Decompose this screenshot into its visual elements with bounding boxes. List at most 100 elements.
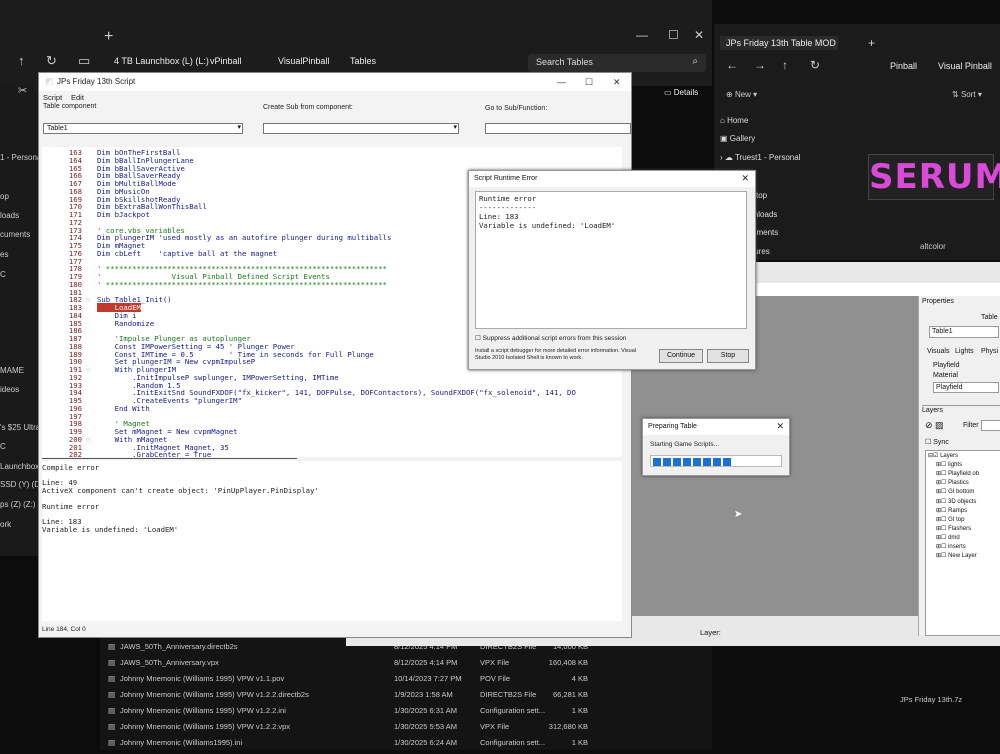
breadcrumb-0[interactable]: 4 TB Launchbox (L) (L:) bbox=[114, 56, 209, 66]
layer-checkbox-icon[interactable]: ⊞☐ bbox=[936, 471, 948, 477]
file-icon: ▤ bbox=[108, 706, 116, 715]
breadcrumb-pinball[interactable]: Pinball bbox=[890, 61, 917, 71]
sidebar-item[interactable]: ps (Z) (Z:) bbox=[0, 500, 36, 509]
create-sub-select[interactable]: ▾ bbox=[263, 123, 459, 134]
sidebar-item[interactable]: ideos bbox=[0, 385, 19, 394]
sidebar-item[interactable]: ork bbox=[0, 520, 11, 529]
layer-checkbox-icon[interactable]: ⊞☐ bbox=[936, 517, 948, 523]
serum-thumbnail[interactable]: SERUM bbox=[868, 154, 1000, 200]
breadcrumb-3[interactable]: Tables bbox=[350, 56, 376, 66]
layer-item[interactable]: ⊟☑ Layers bbox=[928, 452, 958, 459]
sort-button[interactable]: ⇅ Sort ▾ bbox=[952, 90, 982, 99]
layer-checkbox-icon[interactable]: ⊟☑ bbox=[928, 453, 940, 459]
goto-sub-select[interactable] bbox=[485, 123, 631, 134]
up-icon[interactable]: ↑ bbox=[782, 58, 788, 72]
forward-icon[interactable]: → bbox=[754, 58, 766, 72]
new-button[interactable]: ⊕ New ▾ bbox=[726, 90, 757, 99]
menu-script[interactable]: Script bbox=[43, 93, 62, 102]
back-icon[interactable]: ← bbox=[726, 58, 738, 72]
layer-item[interactable]: ⊞☐ Playfield ob bbox=[936, 470, 979, 477]
details-button[interactable]: ▭ Details bbox=[664, 88, 698, 97]
sidebar-item[interactable]: loads bbox=[0, 211, 19, 220]
minimize-icon[interactable]: — bbox=[636, 28, 648, 42]
cut-icon[interactable]: ✂ bbox=[18, 84, 27, 97]
progress-segment bbox=[723, 458, 731, 466]
sidebar-item[interactable]: MAME bbox=[0, 366, 24, 375]
properties-name-field[interactable]: Table1 bbox=[929, 326, 999, 338]
breadcrumb-visual-pinball[interactable]: Visual Pinball bbox=[938, 61, 992, 71]
layer-item[interactable]: ⊞☐ Ramps bbox=[936, 507, 967, 514]
search-input[interactable]: Search Tables ⌕ bbox=[528, 54, 706, 72]
file-row[interactable]: ▤ Johnny Mnemonic (Williams 1995) VPW v1.… bbox=[108, 722, 708, 738]
file-type: Configuration sett... bbox=[480, 706, 546, 715]
close-icon[interactable]: ✕ bbox=[776, 421, 784, 432]
table-component-select[interactable]: Table1 ▾ bbox=[43, 123, 243, 134]
file-row[interactable]: ▤ Johnny Mnemonic (Williams 1995) VPW v1.… bbox=[108, 674, 708, 690]
layer-checkbox-icon[interactable]: ⊞☐ bbox=[936, 499, 948, 505]
sidebar-item-home[interactable]: ⌂ Home bbox=[720, 116, 748, 125]
close-icon[interactable]: ✕ bbox=[613, 77, 621, 88]
sidebar-item[interactable]: op bbox=[0, 192, 9, 201]
layer-item[interactable]: ⊞☐ New Layer bbox=[936, 552, 977, 559]
file-row[interactable]: ▤ JAWS_50Th_Anniversary.vpx 8/12/2025 4:14… bbox=[108, 658, 708, 674]
layer-checkbox-icon[interactable]: ⊞☐ bbox=[936, 535, 948, 541]
file-name[interactable]: JPs Friday 13th.7z bbox=[900, 695, 962, 704]
layer-checkbox-icon[interactable]: ⊞☐ bbox=[936, 462, 948, 468]
layer-item[interactable]: ⊞☐ Plastics bbox=[936, 479, 969, 486]
tab-jps-friday[interactable]: JPs Friday 13th Table MOD and bbox=[720, 36, 838, 50]
sidebar-item[interactable]: 's $25 Ultra bbox=[0, 423, 40, 432]
breadcrumb-2[interactable]: VisualPinball bbox=[278, 56, 329, 66]
tab-physics[interactable]: Physi bbox=[981, 348, 998, 355]
close-icon[interactable]: ✕ bbox=[694, 28, 704, 42]
continue-button[interactable]: Continue bbox=[659, 349, 703, 363]
layer-item[interactable]: ⊞☐ 3D objects bbox=[936, 498, 976, 505]
menu-edit[interactable]: Edit bbox=[71, 93, 84, 102]
sidebar-item[interactable]: es bbox=[0, 250, 8, 259]
file-row[interactable]: ▤ Johnny Mnemonic (Williams1995).ini 1/30/… bbox=[108, 738, 708, 754]
progress-segment bbox=[713, 458, 721, 466]
sidebar-item[interactable]: C bbox=[0, 270, 6, 279]
layer-item[interactable]: ⊞☐ GI bottom bbox=[936, 488, 974, 495]
status-line: Line 184, Col 0 bbox=[42, 626, 86, 633]
layer-checkbox-icon[interactable]: ⊞☐ bbox=[936, 526, 948, 532]
tab-lights[interactable]: Lights bbox=[955, 348, 974, 355]
new-tab-button[interactable]: + bbox=[104, 28, 113, 46]
layer-checkbox-icon[interactable]: ⊞☐ bbox=[936, 553, 948, 559]
tab-visuals[interactable]: Visuals bbox=[927, 348, 949, 355]
layer-item[interactable]: ⊞☐ GI top bbox=[936, 516, 964, 523]
layer-checkbox-icon[interactable]: ⊞☐ bbox=[936, 544, 948, 550]
file-icon: ▤ bbox=[108, 642, 116, 651]
sidebar-item-gallery[interactable]: ▣ Gallery bbox=[720, 134, 755, 143]
file-row[interactable]: ▤ Johnny Mnemonic (Williams 1995) VPW v1.… bbox=[108, 690, 708, 706]
sidebar-item-onedrive[interactable]: › ☁ Truest1 - Personal bbox=[720, 153, 800, 162]
up-icon[interactable]: ↑ bbox=[18, 53, 25, 68]
maximize-icon[interactable]: ☐ bbox=[585, 77, 593, 88]
maximize-icon[interactable]: ☐ bbox=[668, 28, 679, 42]
file-row[interactable]: ▤ Johnny Mnemonic (Williams 1995) VPW v1.… bbox=[108, 706, 708, 722]
filter-input[interactable] bbox=[981, 420, 1000, 431]
refresh-icon[interactable]: ↻ bbox=[46, 53, 57, 69]
layer-item[interactable]: ⊞☐ inserts bbox=[936, 543, 966, 550]
new-tab-button[interactable]: + bbox=[868, 36, 875, 50]
layer-item[interactable]: ⊞☐ Flashers bbox=[936, 525, 971, 532]
sidebar-item[interactable]: cuments bbox=[0, 230, 30, 239]
stop-button[interactable]: Stop bbox=[707, 349, 749, 363]
layer-checkbox-icon[interactable]: ⊞☐ bbox=[936, 508, 948, 514]
layer-tool-icon[interactable]: ⊘ ▨ bbox=[925, 420, 944, 431]
material-select[interactable]: Playfield bbox=[933, 382, 999, 393]
vp-title-bar bbox=[756, 283, 1000, 297]
breadcrumb-1[interactable]: vPinball bbox=[210, 56, 242, 66]
layer-checkbox-icon[interactable]: ⊞☐ bbox=[936, 489, 948, 495]
layer-checkbox-icon[interactable]: ⊞☐ bbox=[936, 480, 948, 486]
sidebar-item[interactable]: 1 - Personal bbox=[0, 153, 43, 162]
refresh-icon[interactable]: ↻ bbox=[810, 58, 820, 72]
minimize-icon[interactable]: — bbox=[557, 77, 566, 87]
sidebar-item[interactable]: SSD (Y) (D: bbox=[0, 480, 42, 489]
layer-item[interactable]: ⊞☐ lights bbox=[936, 461, 962, 468]
layer-item[interactable]: ⊞☐ dmd bbox=[936, 534, 960, 541]
sidebar-item[interactable]: C bbox=[0, 442, 6, 451]
suppress-checkbox[interactable]: ☐ Suppress additional script errors from… bbox=[475, 334, 626, 342]
folder-label[interactable]: altcolor bbox=[920, 242, 946, 251]
close-icon[interactable]: ✕ bbox=[741, 173, 749, 184]
sync-checkbox[interactable]: ☐ Sync bbox=[925, 438, 949, 446]
